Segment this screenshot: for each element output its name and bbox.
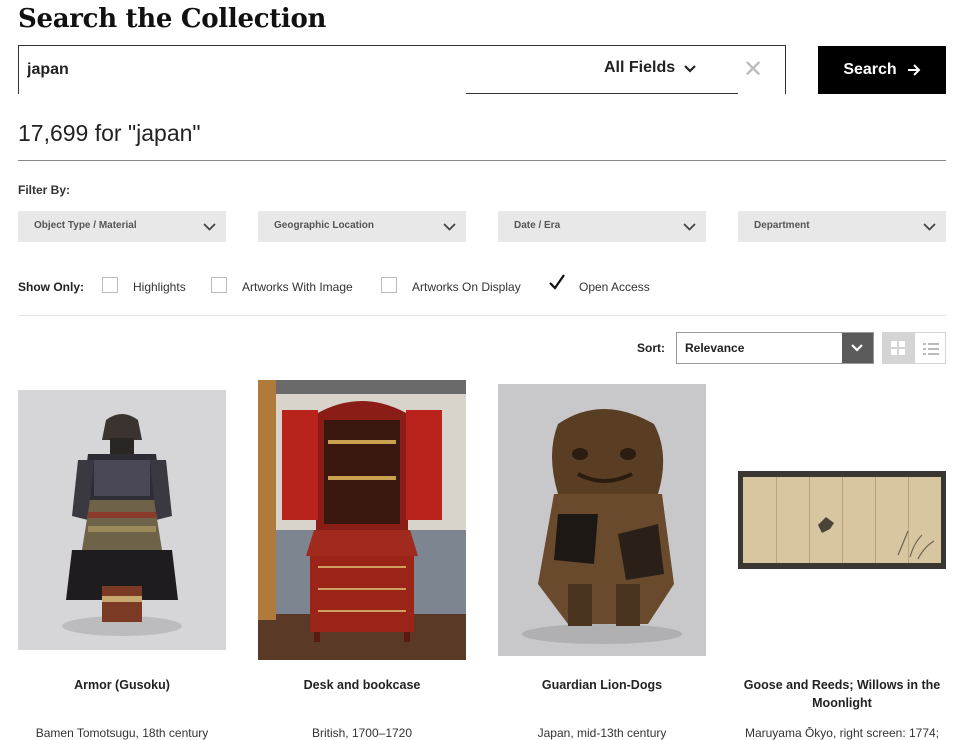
chevron-down-icon <box>851 344 863 352</box>
chevron-down-icon <box>203 223 216 231</box>
grid-icon <box>891 341 905 355</box>
filter-department[interactable]: Department <box>738 211 946 242</box>
chevron-down-icon <box>684 65 696 73</box>
search-button-label: Search <box>843 61 897 78</box>
highlights-label[interactable]: Highlights <box>133 280 186 294</box>
card-title-desk-bookcase[interactable]: Desk and bookcase <box>258 676 466 694</box>
sort-select-value: Relevance <box>685 341 745 355</box>
chevron-down-icon <box>923 223 936 231</box>
card-meta-desk-bookcase: British, 1700–1720 <box>311 726 413 740</box>
search-box: All Fields ✕ <box>18 45 786 94</box>
filter-object-type[interactable]: Object Type / Material <box>18 211 226 242</box>
artworks-with-image-label[interactable]: Artworks With Image <box>242 280 353 294</box>
results-count: 17,699 for "japan" <box>18 120 201 146</box>
highlights-checkbox[interactable] <box>102 277 118 293</box>
filter-geographic-location[interactable]: Geographic Location <box>258 211 466 242</box>
sort-select-toggle[interactable] <box>842 333 873 363</box>
filter-date-era[interactable]: Date / Era <box>498 211 706 242</box>
artworks-on-display-checkbox[interactable] <box>381 277 397 293</box>
arrow-right-icon <box>907 64 921 76</box>
page-title: Search the Collection <box>18 4 327 34</box>
filter-date-era-label: Date / Era <box>514 220 561 231</box>
filter-by-label: Filter By: <box>18 183 71 197</box>
chevron-down-icon <box>683 223 696 231</box>
search-button[interactable]: Search <box>818 46 946 94</box>
section-divider <box>18 315 946 316</box>
clear-icon[interactable]: ✕ <box>743 58 763 82</box>
card-title-armor[interactable]: Armor (Gusoku) <box>18 676 226 694</box>
artworks-with-image-checkbox[interactable] <box>211 277 227 293</box>
card-image-desk-bookcase[interactable] <box>258 380 466 660</box>
filter-geographic-location-label: Geographic Location <box>274 220 375 231</box>
card-title-goose-and-reeds[interactable]: Goose and Reeds; Willows in the Moonligh… <box>738 676 946 712</box>
card-title-guardian-lion-dogs[interactable]: Guardian Lion-Dogs <box>498 676 706 694</box>
checkmark-icon <box>549 274 565 290</box>
open-access-label[interactable]: Open Access <box>579 280 650 294</box>
show-only-label: Show Only: <box>18 280 84 294</box>
artworks-on-display-label[interactable]: Artworks On Display <box>412 280 521 294</box>
sort-select[interactable]: Relevance <box>676 332 874 364</box>
card-meta-guardian-lion-dogs: Japan, mid-13th century <box>537 726 667 740</box>
card-meta-goose-and-reeds: Maruyama Ōkyo, right screen: 1774; <box>744 726 940 740</box>
search-input[interactable] <box>27 58 447 82</box>
search-field-select-label: All Fields <box>604 59 676 76</box>
grid-view-button[interactable] <box>882 332 914 364</box>
chevron-down-icon <box>443 223 456 231</box>
card-image-guardian-lion-dogs[interactable] <box>498 384 706 656</box>
search-field-select[interactable]: All Fields <box>466 46 738 94</box>
filter-object-type-label: Object Type / Material <box>34 220 137 231</box>
card-image-armor[interactable] <box>18 390 226 650</box>
results-divider <box>18 160 946 161</box>
card-meta-armor: Bamen Tomotsugu, 18th century <box>35 726 209 740</box>
filter-department-label: Department <box>754 220 810 231</box>
open-access-checkbox[interactable] <box>548 274 565 293</box>
sort-label: Sort: <box>637 341 665 355</box>
card-image-goose-and-reeds[interactable] <box>738 471 946 569</box>
list-view-button[interactable] <box>914 332 946 364</box>
list-icon <box>923 343 939 355</box>
